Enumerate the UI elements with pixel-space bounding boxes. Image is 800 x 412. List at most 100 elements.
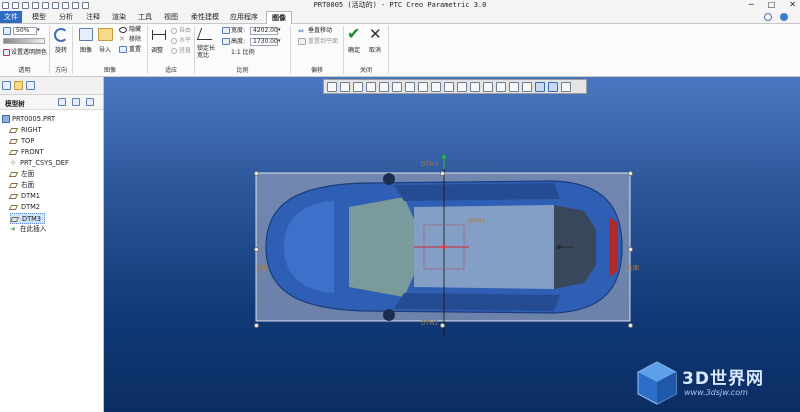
tab-view[interactable]: 视图 bbox=[160, 11, 182, 23]
tree-item-insert-here[interactable]: ➜ 在此插入 bbox=[10, 224, 46, 235]
group-label-close: 关闭 bbox=[359, 67, 372, 74]
watermark-brand: 3D世界网 bbox=[682, 369, 764, 389]
tab-analysis[interactable]: 分析 bbox=[55, 11, 77, 23]
image-fit-icon[interactable] bbox=[79, 28, 93, 41]
annotation-display-icon[interactable] bbox=[444, 81, 454, 92]
tab-flexible-modeling[interactable]: 柔性建模 bbox=[186, 11, 224, 23]
resize-handle-top-left[interactable] bbox=[254, 171, 259, 176]
datum-display-icon[interactable] bbox=[431, 81, 441, 92]
resize-handle-bottom[interactable] bbox=[440, 323, 445, 328]
adjust-icon[interactable] bbox=[152, 30, 166, 40]
tree-item-top[interactable]: TOP bbox=[8, 136, 34, 147]
width-input[interactable]: 4202.00 bbox=[250, 27, 278, 35]
resize-handle-top[interactable] bbox=[440, 171, 445, 176]
display-style-icon[interactable] bbox=[392, 81, 402, 92]
reset-button[interactable]: 重置 bbox=[129, 46, 141, 54]
section-display-icon[interactable] bbox=[535, 81, 545, 92]
tab-model[interactable]: 模型 bbox=[28, 11, 50, 23]
model-tree-title: 模型树 bbox=[5, 100, 25, 108]
import-folder-icon[interactable] bbox=[98, 28, 113, 41]
tab-annotate[interactable]: 注释 bbox=[82, 11, 104, 23]
graphics-toolbar bbox=[323, 79, 587, 94]
saved-views-icon[interactable] bbox=[405, 81, 415, 92]
reset-to-plane-button[interactable]: 重置到平面 bbox=[308, 38, 338, 46]
tab-image[interactable]: 图像 bbox=[266, 11, 292, 24]
free-radio[interactable] bbox=[171, 28, 177, 34]
tree-columns-icon[interactable] bbox=[86, 98, 94, 106]
resize-handle-bottom-left[interactable] bbox=[254, 323, 259, 328]
rotate-button[interactable]: 旋转 bbox=[55, 47, 67, 55]
search-help-icon[interactable] bbox=[764, 13, 772, 21]
spin-center-icon[interactable] bbox=[509, 81, 519, 92]
favorites-tab-icon[interactable] bbox=[26, 81, 35, 90]
tree-item-csys[interactable]: ⊹ PRT_CSYS_DEF bbox=[10, 158, 69, 169]
graphics-area[interactable]: DTM3 DTM1 右面 左面 DTM2 3D世界网 www.3dsjw.com bbox=[104, 77, 800, 412]
tree-settings-icon[interactable] bbox=[58, 98, 66, 106]
tree-item-label: 左面 bbox=[21, 170, 35, 178]
set-transparent-color-button[interactable]: 设置透明颜色 bbox=[11, 49, 47, 57]
tree-item-left-face[interactable]: 左面 bbox=[8, 169, 35, 180]
width-dropdown-icon[interactable]: ▾ bbox=[278, 27, 281, 33]
help-icon[interactable] bbox=[780, 13, 788, 21]
minimize-button[interactable]: ─ bbox=[749, 0, 754, 10]
hide-button[interactable]: 隐藏 bbox=[129, 26, 141, 34]
drag-handle-icon[interactable] bbox=[441, 154, 447, 160]
csys-display-icon[interactable] bbox=[496, 81, 506, 92]
plane-display-icon[interactable] bbox=[457, 81, 467, 92]
folder-browser-tab-icon[interactable] bbox=[14, 81, 23, 90]
point-display-icon[interactable] bbox=[483, 81, 493, 92]
refit-icon[interactable] bbox=[327, 81, 337, 92]
transparency-input[interactable]: 50% bbox=[13, 27, 37, 35]
tree-item-dtm1[interactable]: DTM1 bbox=[8, 191, 40, 202]
vertical-move-button[interactable]: 垂直移动 bbox=[308, 27, 332, 35]
tab-file[interactable]: 文件 bbox=[0, 11, 22, 23]
tab-applications[interactable]: 应用程序 bbox=[228, 11, 260, 23]
tree-item-dtm2[interactable]: DTM2 bbox=[8, 202, 40, 213]
model-tree-tab-icon[interactable] bbox=[2, 81, 11, 90]
vertical-radio[interactable] bbox=[171, 48, 177, 54]
image-display-icon[interactable] bbox=[548, 81, 558, 92]
resize-handle-right[interactable] bbox=[628, 247, 633, 252]
maximize-button[interactable]: □ bbox=[768, 0, 776, 10]
chevron-down-icon[interactable]: ▾ bbox=[37, 27, 43, 35]
one-to-one-scale-button[interactable]: 1:1 比例 bbox=[231, 49, 255, 57]
remove-button[interactable]: 移除 bbox=[129, 36, 141, 44]
tree-item-right[interactable]: RIGHT bbox=[8, 125, 42, 136]
repaint-icon[interactable] bbox=[366, 81, 376, 92]
resize-handle-left[interactable] bbox=[254, 247, 259, 252]
view-manager-icon[interactable] bbox=[418, 81, 428, 92]
close-button[interactable]: ✕ bbox=[789, 0, 796, 10]
zoom-out-icon[interactable] bbox=[353, 81, 363, 92]
height-input[interactable]: 1730.00 bbox=[250, 38, 278, 46]
resize-handle-top-right[interactable] bbox=[628, 171, 633, 176]
height-dropdown-icon[interactable]: ▾ bbox=[278, 38, 281, 44]
tree-item-dtm3[interactable]: DTM3 bbox=[9, 213, 45, 224]
cancel-x-icon[interactable]: ✕ bbox=[369, 25, 382, 43]
ok-button[interactable]: 确定 bbox=[348, 47, 360, 55]
tree-root-item[interactable]: PRT0005.PRT bbox=[2, 114, 55, 125]
zoom-in-icon[interactable] bbox=[340, 81, 350, 92]
tree-filters-icon[interactable] bbox=[72, 98, 80, 106]
cancel-button[interactable]: 取消 bbox=[369, 47, 381, 55]
lock-aspect-button[interactable]: 锁定长宽比 bbox=[197, 45, 219, 59]
perspective-icon[interactable] bbox=[379, 81, 389, 92]
tab-render[interactable]: 渲染 bbox=[108, 11, 130, 23]
import-button[interactable]: 导入 bbox=[99, 47, 111, 55]
checkmark-icon[interactable]: ✔ bbox=[347, 25, 360, 43]
rotate-icon[interactable] bbox=[54, 28, 68, 42]
image-fit-button[interactable]: 图像 bbox=[80, 47, 92, 55]
transparency-slider[interactable] bbox=[3, 38, 45, 44]
lock-aspect-icon[interactable] bbox=[196, 28, 217, 40]
horizontal-radio[interactable] bbox=[171, 38, 177, 44]
tag-display-icon[interactable] bbox=[522, 81, 532, 92]
tab-tools[interactable]: 工具 bbox=[134, 11, 156, 23]
tree-item-label: DTM2 bbox=[21, 203, 40, 211]
resize-handle-bottom-right[interactable] bbox=[628, 323, 633, 328]
tree-item-right-face[interactable]: 右面 bbox=[8, 180, 34, 191]
tree-item-front[interactable]: FRONT bbox=[8, 147, 44, 158]
reset-icon bbox=[119, 46, 127, 53]
axis-display-icon[interactable] bbox=[470, 81, 480, 92]
adjust-button[interactable]: 调整 bbox=[151, 47, 163, 55]
settings-icon[interactable] bbox=[561, 81, 571, 92]
datum-plane-icon bbox=[8, 127, 19, 133]
